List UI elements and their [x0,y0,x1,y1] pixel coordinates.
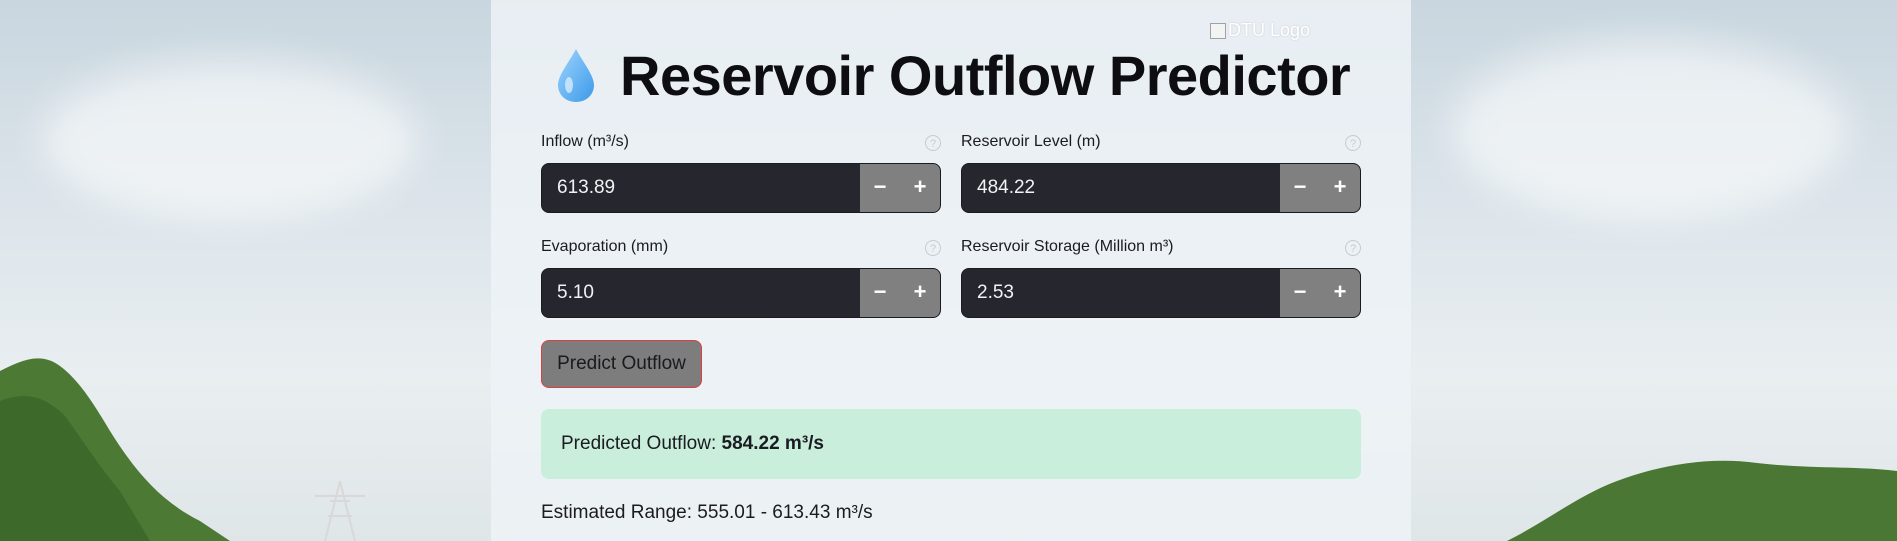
help-icon[interactable]: ? [1345,135,1361,151]
reservoir-storage-decrement-button[interactable]: − [1280,269,1320,317]
broken-image-icon [1210,22,1226,39]
reservoir-storage-increment-button[interactable]: + [1320,269,1360,317]
page-title: Reservoir Outflow Predictor [620,43,1351,107]
inflow-label: Inflow (m³/s) [541,133,629,150]
water-drop-icon [558,49,594,102]
reservoir-level-decrement-button[interactable]: − [1280,164,1320,212]
evaporation-label: Evaporation (mm) [541,238,669,255]
prediction-result-alert: Predicted Outflow: 584.22 m³/s [541,409,1361,479]
power-tower [315,481,365,541]
evaporation-increment-button[interactable]: + [900,269,940,317]
background-hill-right [1507,460,1897,541]
inflow-number-input: 613.89 − + [541,163,941,213]
help-icon[interactable]: ? [1345,240,1361,256]
inflow-increment-button[interactable]: + [900,164,940,212]
reservoir-level-number-input: 484.22 − + [961,163,1361,213]
page-header: Reservoir Outflow Predictor [556,40,1351,110]
evaporation-number-input: 5.10 − + [541,268,941,318]
result-value: 584.22 m³/s [721,433,824,454]
reservoir-storage-number-input: 2.53 − + [961,268,1361,318]
inflow-decrement-button[interactable]: − [860,164,900,212]
result-label: Predicted Outflow: [561,433,722,454]
reservoir-storage-label: Reservoir Storage (Million m³) [961,238,1174,255]
background-hill-left [0,358,230,541]
predict-outflow-button[interactable]: Predict Outflow [541,340,702,388]
logo-alt-text: DTU Logo [1228,20,1311,40]
reservoir-level-increment-button[interactable]: + [1320,164,1360,212]
evaporation-decrement-button[interactable]: − [860,269,900,317]
inflow-input[interactable]: 613.89 [542,164,860,212]
logo: DTU Logo [1210,20,1310,41]
estimated-range-text: Estimated Range: 555.01 - 613.43 m³/s [541,502,873,523]
help-icon[interactable]: ? [925,135,941,151]
reservoir-level-label: Reservoir Level (m) [961,133,1101,150]
background-cloud [40,60,420,220]
reservoir-storage-input[interactable]: 2.53 [962,269,1280,317]
background-cloud [1450,40,1850,220]
evaporation-input[interactable]: 5.10 [542,269,860,317]
help-icon[interactable]: ? [925,240,941,256]
reservoir-level-input[interactable]: 484.22 [962,164,1280,212]
